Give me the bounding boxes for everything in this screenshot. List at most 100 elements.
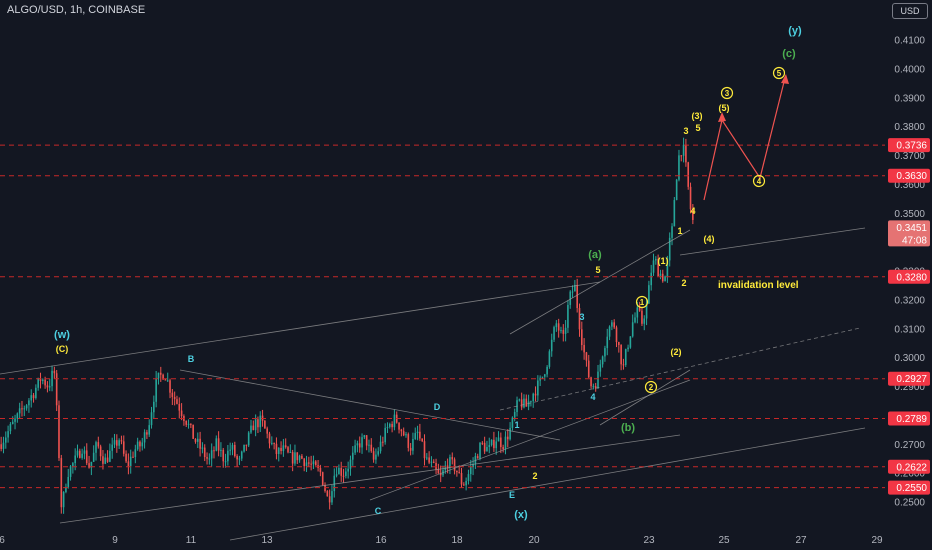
candle-body bbox=[687, 162, 690, 187]
candle-body bbox=[611, 322, 613, 327]
candle-body bbox=[620, 345, 622, 365]
candle-body bbox=[384, 427, 386, 443]
candle-body bbox=[388, 423, 391, 427]
x-axis-tick-label: 6 bbox=[0, 535, 5, 546]
candle-body bbox=[44, 379, 46, 386]
candle-body bbox=[122, 441, 125, 454]
candle-body bbox=[615, 327, 618, 343]
chart[interactable]: 0.25000.26000.27000.28000.29000.30000.31… bbox=[0, 0, 932, 550]
candle-body bbox=[284, 445, 287, 448]
candle-body bbox=[608, 326, 611, 337]
price-level-tag-label: 0.3630 bbox=[896, 171, 927, 182]
candle-body bbox=[268, 433, 271, 444]
candle-body bbox=[530, 401, 532, 403]
candle-body bbox=[106, 457, 109, 462]
candle-body bbox=[41, 379, 44, 381]
candle-body bbox=[548, 351, 551, 367]
candle-body bbox=[25, 405, 28, 409]
wave-circle-label: 4 bbox=[757, 177, 762, 186]
candle-body bbox=[254, 419, 257, 431]
candle-body bbox=[76, 450, 79, 456]
candle-body bbox=[601, 356, 604, 365]
wave-label: 1 bbox=[514, 420, 519, 430]
candle-body bbox=[587, 360, 590, 378]
candle-body bbox=[372, 451, 375, 460]
candle-body bbox=[409, 447, 412, 451]
candle-body bbox=[303, 458, 306, 467]
candle-body bbox=[314, 461, 317, 466]
candle-body bbox=[141, 442, 144, 447]
candle-body bbox=[458, 472, 461, 474]
candle-body bbox=[291, 452, 294, 464]
candle-body bbox=[476, 456, 479, 459]
candle-body bbox=[416, 431, 419, 434]
candle-body bbox=[201, 447, 204, 449]
candle-body bbox=[227, 450, 229, 462]
candle-body bbox=[500, 437, 502, 448]
candle-body bbox=[382, 441, 384, 443]
candle-body bbox=[217, 438, 220, 451]
candle-body bbox=[99, 446, 102, 457]
candle-body bbox=[428, 457, 430, 463]
candle-body bbox=[132, 456, 134, 458]
candle-body bbox=[312, 461, 315, 465]
candle-body bbox=[354, 445, 356, 453]
y-axis-tick-label: 0.3500 bbox=[894, 209, 925, 220]
candle-body bbox=[136, 441, 139, 450]
chart-title: ALGO/USD, 1h, COINBASE bbox=[7, 4, 146, 16]
candle-body bbox=[129, 456, 132, 467]
candle-body bbox=[173, 396, 176, 400]
candle-body bbox=[319, 468, 322, 473]
wave-label: (w) bbox=[54, 329, 70, 341]
candle-body bbox=[259, 415, 262, 428]
candle-body bbox=[321, 472, 324, 486]
candle-body bbox=[213, 450, 215, 452]
candle-body bbox=[423, 441, 426, 459]
wave-label: 5 bbox=[595, 265, 600, 275]
candle-body bbox=[23, 408, 26, 410]
x-axis-tick-label: 18 bbox=[451, 535, 463, 546]
candle-body bbox=[296, 452, 299, 461]
candle-body bbox=[356, 443, 359, 446]
candle-body bbox=[571, 291, 574, 293]
wave-label: (2) bbox=[671, 347, 682, 357]
currency-button[interactable]: USD bbox=[892, 3, 928, 19]
candle-body bbox=[58, 405, 60, 459]
candle-body bbox=[562, 330, 565, 334]
candle-body bbox=[240, 451, 243, 459]
candle-body bbox=[618, 342, 620, 346]
candle-body bbox=[613, 322, 615, 328]
price-level-tag-label: 0.3280 bbox=[896, 272, 927, 283]
candle-body bbox=[463, 484, 465, 486]
candle-body bbox=[215, 438, 218, 451]
candle-body bbox=[222, 449, 225, 462]
candle-body bbox=[400, 429, 403, 432]
candle-body bbox=[664, 276, 666, 282]
candle-body bbox=[67, 476, 70, 487]
projection-path bbox=[703, 81, 785, 201]
candle-body bbox=[97, 442, 100, 447]
y-axis-tick-label: 0.3800 bbox=[894, 122, 925, 133]
wave-label: 2 bbox=[681, 278, 686, 288]
candle-body bbox=[83, 450, 86, 454]
candle-body bbox=[680, 155, 683, 157]
candle-body bbox=[335, 474, 338, 476]
wave-label: D bbox=[434, 402, 441, 412]
trend-line bbox=[179, 369, 561, 441]
wave-label: 5 bbox=[695, 123, 700, 133]
chart-canvas[interactable]: 0.25000.26000.27000.28000.29000.30000.31… bbox=[0, 0, 932, 550]
candle-body bbox=[532, 393, 535, 402]
candle-body bbox=[190, 423, 192, 425]
candle-body bbox=[518, 399, 521, 401]
wave-label: B bbox=[188, 354, 195, 364]
candle-body bbox=[72, 463, 74, 467]
candle-body bbox=[567, 304, 569, 328]
candle-body bbox=[481, 442, 484, 444]
candle-body bbox=[671, 226, 673, 238]
candle-body bbox=[419, 431, 421, 439]
candle-body bbox=[79, 450, 81, 458]
candle-body bbox=[465, 481, 467, 486]
projection-arrowhead bbox=[781, 74, 789, 84]
candle-body bbox=[421, 438, 423, 442]
candle-body bbox=[525, 398, 528, 407]
